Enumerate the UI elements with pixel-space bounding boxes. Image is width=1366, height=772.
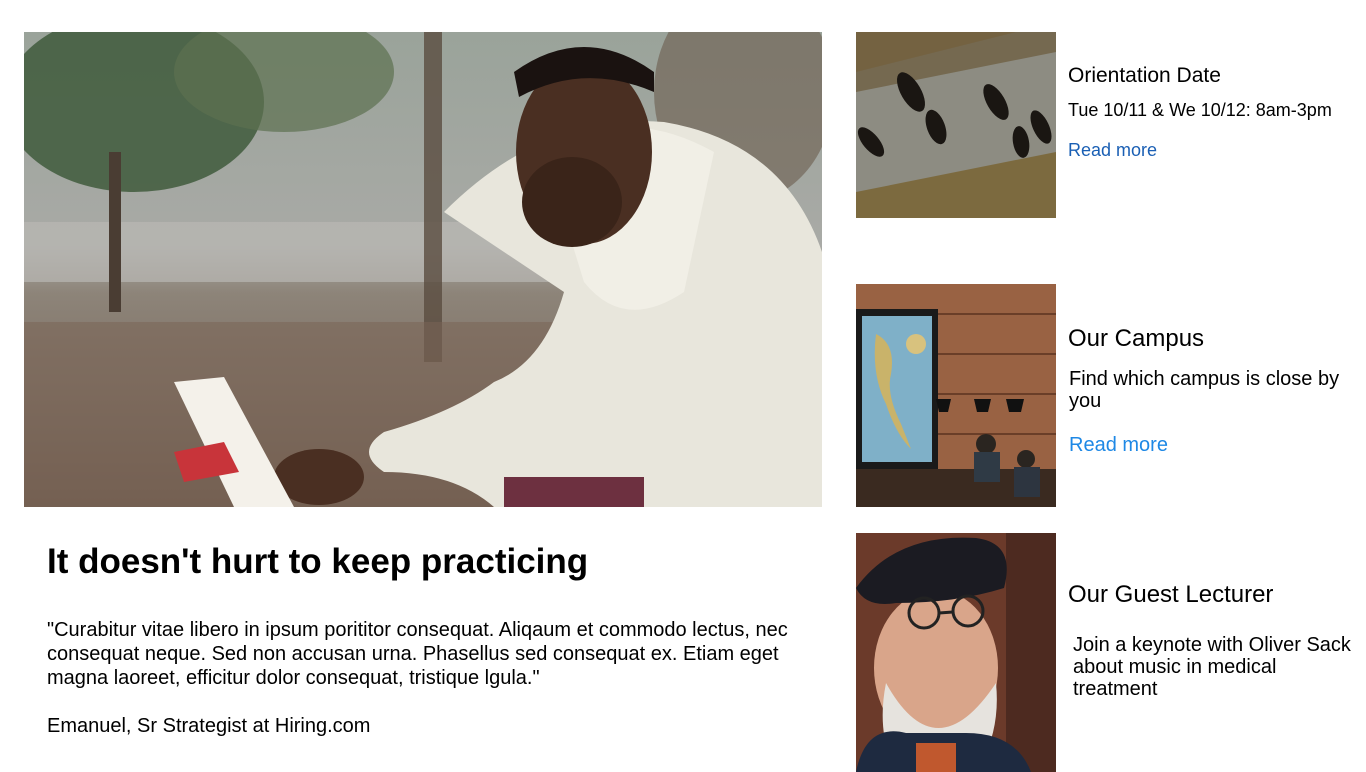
orientation-image: [856, 32, 1056, 218]
card-text-lecturer: Join a keynote with Oliver Sack about mu…: [1073, 634, 1351, 700]
read-more-link-orientation[interactable]: Read more: [1068, 139, 1157, 161]
card-text-orientation: Tue 10/11 & We 10/12: 8am-3pm: [1068, 100, 1332, 120]
testimonial-attribution: Emanuel, Sr Strategist at Hiring.com: [47, 715, 371, 737]
feature-image: [24, 32, 822, 507]
testimonial-quote: "Curabitur vitae libero in ipsum poritit…: [47, 619, 788, 689]
card-title-campus: Our Campus: [1068, 325, 1205, 352]
feature-headline: It doesn't hurt to keep practicing: [47, 542, 589, 581]
card-title-orientation: Orientation Date: [1068, 64, 1221, 87]
lecturer-image: [856, 533, 1056, 772]
card-text-campus: Find which campus is close by you: [1069, 368, 1340, 412]
card-title-lecturer: Our Guest Lecturer: [1068, 581, 1274, 608]
campus-image: [856, 284, 1056, 507]
read-more-link-campus[interactable]: Read more: [1069, 433, 1168, 457]
